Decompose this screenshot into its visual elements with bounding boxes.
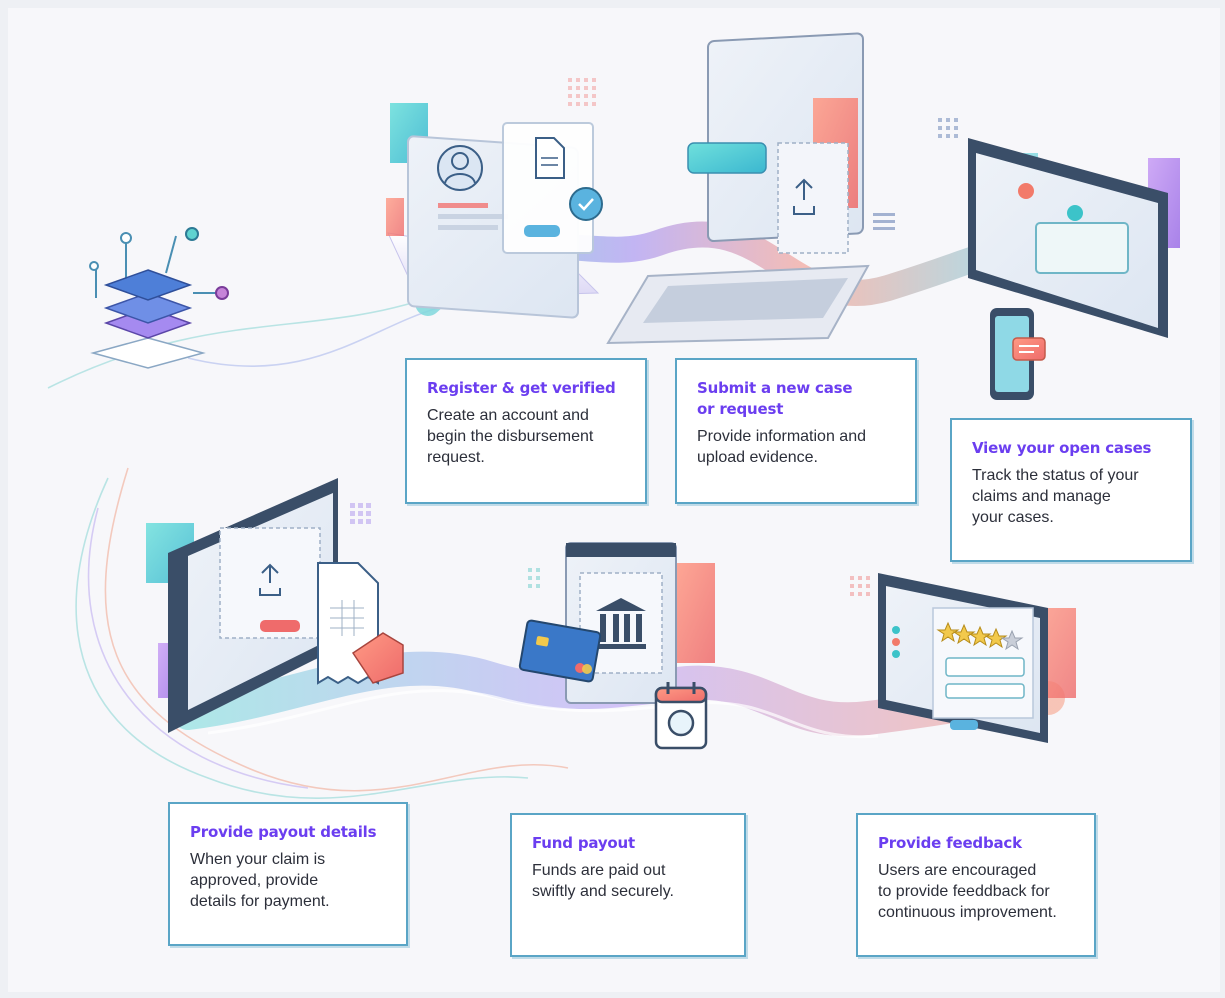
laptop-icon [606,32,895,345]
step-description: Create an account and begin the disburse… [427,407,594,466]
smartphone-icon [990,308,1046,400]
step-card-open-cases: View your open cases Track the status of… [950,418,1192,562]
step-title: Register & get verified [427,379,616,397]
step-title: View your open cases [972,439,1152,457]
calendar-icon [654,682,708,750]
process-diagram: Register & get verified Create an accoun… [8,8,1220,992]
step-card-fund-payout: Fund payout Funds are paid out swiftly a… [510,813,746,957]
fund-illustration [518,542,715,750]
monitor-icon [938,118,1180,338]
step-description: Provide information and upload evidence. [697,428,866,466]
step-title: Submit a new case or request [697,379,853,418]
step-description: Funds are paid out swiftly and securely. [532,862,674,900]
step-description: Users are encouraged to provide feeddbac… [878,862,1057,921]
chat-icon [1012,337,1046,361]
step-description: When your claim is approved, provide det… [190,851,330,910]
step-card-payout-details: Provide payout details When your claim i… [168,802,408,946]
step-card-submit: Submit a new case or request Provide inf… [675,358,917,504]
step-title: Fund payout [532,834,635,852]
checkmark-icon [569,187,603,221]
step-title: Provide feedback [878,834,1022,852]
network-node-icon [89,227,229,369]
step-card-feedback: Provide feedback Users are encouraged to… [856,813,1096,957]
registration-illustration [386,78,603,319]
step-description: Track the status of your claims and mana… [972,467,1139,526]
step-card-register: Register & get verified Create an accoun… [405,358,647,504]
step-title: Provide payout details [190,823,377,841]
